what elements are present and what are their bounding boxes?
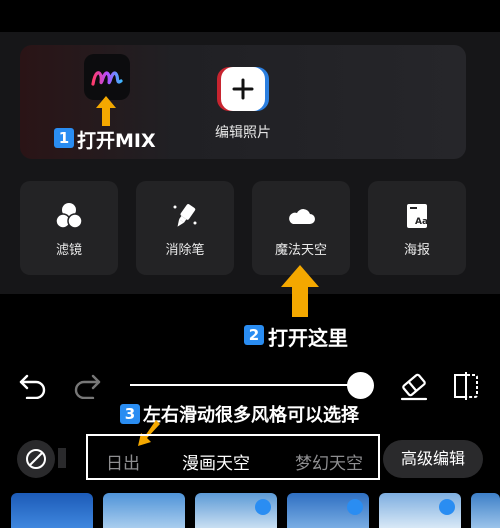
tool-eraser[interactable]: 消除笔 bbox=[136, 181, 234, 275]
none-icon bbox=[26, 449, 46, 469]
style-item-comic-sky[interactable]: 漫画天空 bbox=[182, 449, 250, 474]
strip-divider bbox=[58, 448, 66, 468]
eraser-pen-icon bbox=[173, 204, 197, 227]
style-item-sunrise[interactable]: 日出 bbox=[106, 449, 140, 474]
step1-text: 打开MIX bbox=[77, 130, 156, 152]
style-item-dream-sky[interactable]: 梦幻天空 bbox=[295, 449, 363, 474]
premium-crown-icon bbox=[439, 499, 455, 515]
undo-icon[interactable] bbox=[18, 371, 48, 399]
tool-poster-label: 海报 bbox=[403, 243, 430, 258]
tool-filter[interactable]: 滤镜 bbox=[20, 181, 118, 275]
sky-thumbnail[interactable] bbox=[11, 493, 93, 528]
mix-app-icon[interactable] bbox=[84, 54, 130, 100]
step2-text: 打开这里 bbox=[268, 326, 348, 350]
step3-text: 左右滑动很多风格可以选择 bbox=[143, 405, 359, 426]
cloud-icon bbox=[289, 209, 315, 224]
sky-thumbnail[interactable] bbox=[195, 493, 277, 528]
intensity-slider-track[interactable] bbox=[130, 384, 362, 386]
annotation-arrow-up-icon bbox=[96, 96, 116, 126]
premium-crown-icon bbox=[347, 499, 363, 515]
sky-thumbnail[interactable] bbox=[379, 493, 461, 528]
edit-photo-label: 编辑照片 bbox=[215, 125, 271, 141]
advanced-edit-button[interactable]: 高级编辑 bbox=[383, 440, 483, 478]
svg-text:Aa: Aa bbox=[415, 217, 428, 227]
sky-thumbnail[interactable] bbox=[471, 493, 500, 528]
eraser-icon[interactable] bbox=[398, 371, 430, 401]
plus-icon bbox=[232, 78, 254, 100]
tool-eraser-label: 消除笔 bbox=[165, 243, 205, 258]
sky-thumbnail[interactable] bbox=[287, 493, 369, 528]
tool-magic-sky-label: 魔法天空 bbox=[274, 243, 327, 258]
intensity-slider-thumb[interactable] bbox=[347, 372, 374, 399]
tool-magic-sky[interactable]: 魔法天空 bbox=[252, 181, 350, 275]
sky-thumbnail[interactable] bbox=[103, 493, 185, 528]
annotation-arrow-up-icon bbox=[281, 265, 319, 317]
filter-circles-icon bbox=[55, 203, 83, 229]
step1-badge: 1 bbox=[54, 128, 74, 148]
compare-icon[interactable] bbox=[451, 371, 483, 401]
step2-badge: 2 bbox=[244, 325, 264, 345]
redo-icon[interactable] bbox=[72, 371, 102, 399]
premium-crown-icon bbox=[255, 499, 271, 515]
no-style-button[interactable] bbox=[17, 440, 55, 478]
poster-icon: Aa bbox=[407, 204, 428, 228]
edit-photo-button[interactable] bbox=[221, 67, 265, 111]
tool-poster[interactable]: Aa 海报 bbox=[368, 181, 466, 275]
tool-filter-label: 滤镜 bbox=[55, 243, 82, 258]
